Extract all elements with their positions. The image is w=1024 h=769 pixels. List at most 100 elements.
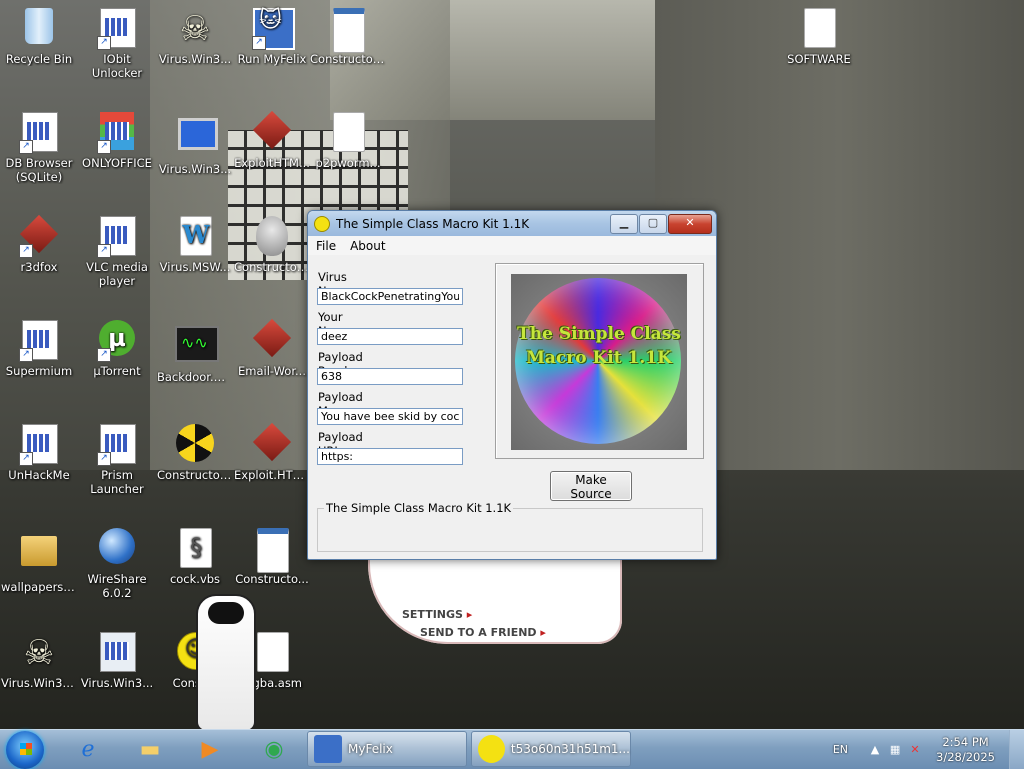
clock-date: 3/28/2025 <box>936 749 995 764</box>
felix-cat-figure <box>196 594 256 732</box>
virus-name-input[interactable] <box>317 288 463 305</box>
internet-explorer-icon[interactable]: ℯ <box>68 734 108 766</box>
payload-message-input[interactable] <box>317 408 463 425</box>
exploit-icon <box>252 422 292 466</box>
smiley-icon <box>314 215 330 232</box>
desktop-icon-recycle-bin[interactable]: Recycle Bin <box>1 8 77 66</box>
utorrent-icon: µ ↗ <box>97 320 137 362</box>
application-icon: ↗ <box>19 320 59 362</box>
desktop-icon-backdoor[interactable]: Backdoor.W... <box>157 320 233 384</box>
skull-icon: ☠ <box>23 633 55 673</box>
media-player-icon[interactable]: ▶ <box>190 734 230 766</box>
desktop-icon-onlyoffice[interactable]: ↗ ONLYOFFICE <box>79 112 155 170</box>
chevron-up-icon[interactable]: ▲ <box>868 743 882 757</box>
desktop-icon-email-worm[interactable]: Email-Wor... <box>234 318 310 378</box>
desktop-icon-cock-vbs[interactable]: § cock.vbs <box>157 528 233 586</box>
payload-random-input[interactable] <box>317 368 463 385</box>
exploit-icon <box>252 318 292 362</box>
maximize-button[interactable]: ▢ <box>639 214 667 234</box>
recycle-bin-icon <box>19 8 59 50</box>
desktop-icon-unhackme[interactable]: ↗ UnHackMe <box>1 424 77 482</box>
application-icon: ↗ <box>97 8 137 50</box>
desktop-icon-run-myfelix[interactable]: ↗ Run MyFelix <box>234 8 310 66</box>
cat-icon: ↗ <box>252 8 295 50</box>
desktop-icon-virus-win3-computer[interactable]: Virus.Win3... <box>157 112 233 176</box>
desktop-icon-iobit-unlocker[interactable]: ↗ IObit Unlocker <box>79 8 155 80</box>
desktop-icon-db-browser[interactable]: ↗ DB Browser (SQLite) <box>1 112 77 184</box>
clock[interactable]: 2:54 PM 3/28/2025 <box>936 735 995 765</box>
window-icon <box>252 528 292 573</box>
application-icon: ↗ <box>19 112 59 154</box>
macro-kit-window: The Simple Class Macro Kit 1.1K ▁ ▢ ✕ Fi… <box>307 210 717 560</box>
payload-url-input[interactable] <box>317 448 463 465</box>
status-groupbox: The Simple Class Macro Kit 1.1K <box>317 501 703 552</box>
onlyoffice-icon: ↗ <box>97 112 137 154</box>
script-icon: § <box>175 528 215 570</box>
language-indicator[interactable]: EN <box>833 743 848 756</box>
taskbar-item-macro-kit[interactable]: t53o60n31h51m1... <box>471 731 631 767</box>
desktop-icon-virus-win3-skull[interactable]: ☠ Virus.Win3... <box>157 8 233 66</box>
desktop-icon-supermium[interactable]: ↗ Supermium <box>1 320 77 378</box>
desktop-icon-utorrent[interactable]: µ ↗ µTorrent <box>79 320 155 378</box>
radiation-icon <box>175 424 215 466</box>
oscilloscope-icon <box>175 326 219 368</box>
menu-about[interactable]: About <box>350 239 385 253</box>
network-icon[interactable]: ▦ <box>888 743 902 757</box>
myfelix-panel: SETTINGS ▸ SEND TO A FRIEND ▸ <box>368 548 622 644</box>
application-icon: ↗ <box>19 424 59 466</box>
logo-text: The Simple Class Macro Kit 1.1K <box>517 324 681 368</box>
desktop-icon-constructor-top[interactable]: Constructor... <box>310 8 386 66</box>
cat-icon <box>314 735 342 763</box>
windows-logo-icon <box>20 743 32 755</box>
close-button[interactable]: ✕ <box>668 214 712 234</box>
desktop-icon-exploit-htm[interactable]: ExploitHTM... <box>234 110 310 170</box>
myfelix-settings-link[interactable]: SETTINGS ▸ <box>402 608 472 621</box>
system-tray: EN ▲ ▦ ✕ 2:54 PM 3/28/2025 <box>833 730 1024 769</box>
desktop-icon-constructor-radiation[interactable]: Constructor... <box>157 424 233 482</box>
application-icon: ↗ <box>97 216 137 258</box>
desktop-icon-exploit-htm-2[interactable]: Exploit.HTM... <box>234 422 310 482</box>
taskbar: ℯ ▬ ▶ ◉ MyFelix t53o60n31h51m1... EN ▲ ▦… <box>0 729 1024 769</box>
desktop-icon-p2pworm[interactable]: p2pworm... <box>310 112 386 170</box>
word-document-icon: W <box>175 216 215 258</box>
volume-muted-icon[interactable]: ✕ <box>908 743 922 757</box>
desktop-icon-software[interactable]: SOFTWARE <box>781 8 857 66</box>
minimize-button[interactable]: ▁ <box>610 214 638 234</box>
your-name-input[interactable] <box>317 328 463 345</box>
logo-frame: The Simple Class Macro Kit 1.1K <box>495 263 704 459</box>
show-desktop-button[interactable] <box>1009 730 1024 769</box>
skull-icon: ☠ <box>179 9 211 49</box>
computer-icon <box>175 118 218 160</box>
groupbox-title: The Simple Class Macro Kit 1.1K <box>324 501 514 515</box>
desktop-icon-wallpapers[interactable]: wallpapers-... <box>1 528 77 594</box>
menu-file[interactable]: File <box>316 239 336 253</box>
clock-time: 2:54 PM <box>942 734 989 749</box>
application-icon: ↗ <box>97 424 137 466</box>
window-titlebar[interactable]: The Simple Class Macro Kit 1.1K ▁ ▢ ✕ <box>308 211 716 236</box>
desktop-icon-virus-win3[interactable]: Virus.Win3... <box>79 632 155 690</box>
browser-globe-icon[interactable]: ◉ <box>254 734 294 766</box>
myfelix-send-link[interactable]: SEND TO A FRIEND ▸ <box>420 626 546 639</box>
desktop-icon-vlc[interactable]: ↗ VLC media player <box>79 216 155 288</box>
document-icon <box>328 112 368 154</box>
globe-icon <box>97 528 137 570</box>
file-explorer-icon[interactable]: ▬ <box>130 734 170 766</box>
make-source-button[interactable]: Make Source <box>550 471 632 501</box>
file-icon <box>799 8 839 50</box>
desktop-icon-virus-win32[interactable]: ☠ Virus.Win32... <box>1 632 77 690</box>
start-button[interactable] <box>6 731 44 769</box>
window-title: The Simple Class Macro Kit 1.1K <box>336 216 530 231</box>
document-icon <box>97 632 137 674</box>
folder-icon <box>19 536 59 578</box>
desktop-icon-constructo[interactable]: Constructo... <box>234 528 310 586</box>
desktop-icon-prism-launcher[interactable]: ↗ Prism Launcher <box>79 424 155 496</box>
taskbar-item-myfelix[interactable]: MyFelix <box>307 731 467 767</box>
desktop-icon-constructor-alien[interactable]: Constructor... <box>234 216 310 274</box>
exploit-icon <box>252 110 292 154</box>
macro-kit-logo: The Simple Class Macro Kit 1.1K <box>511 274 687 450</box>
desktop-icon-virus-msw[interactable]: W Virus.MSW... <box>157 216 233 274</box>
window-icon <box>328 8 368 53</box>
desktop-icon-wireshare[interactable]: WireShare 6.0.2 <box>79 528 155 600</box>
desktop-icon-r3dfox[interactable]: ↗ r3dfox <box>1 214 77 274</box>
assembly-file-icon <box>252 632 292 674</box>
